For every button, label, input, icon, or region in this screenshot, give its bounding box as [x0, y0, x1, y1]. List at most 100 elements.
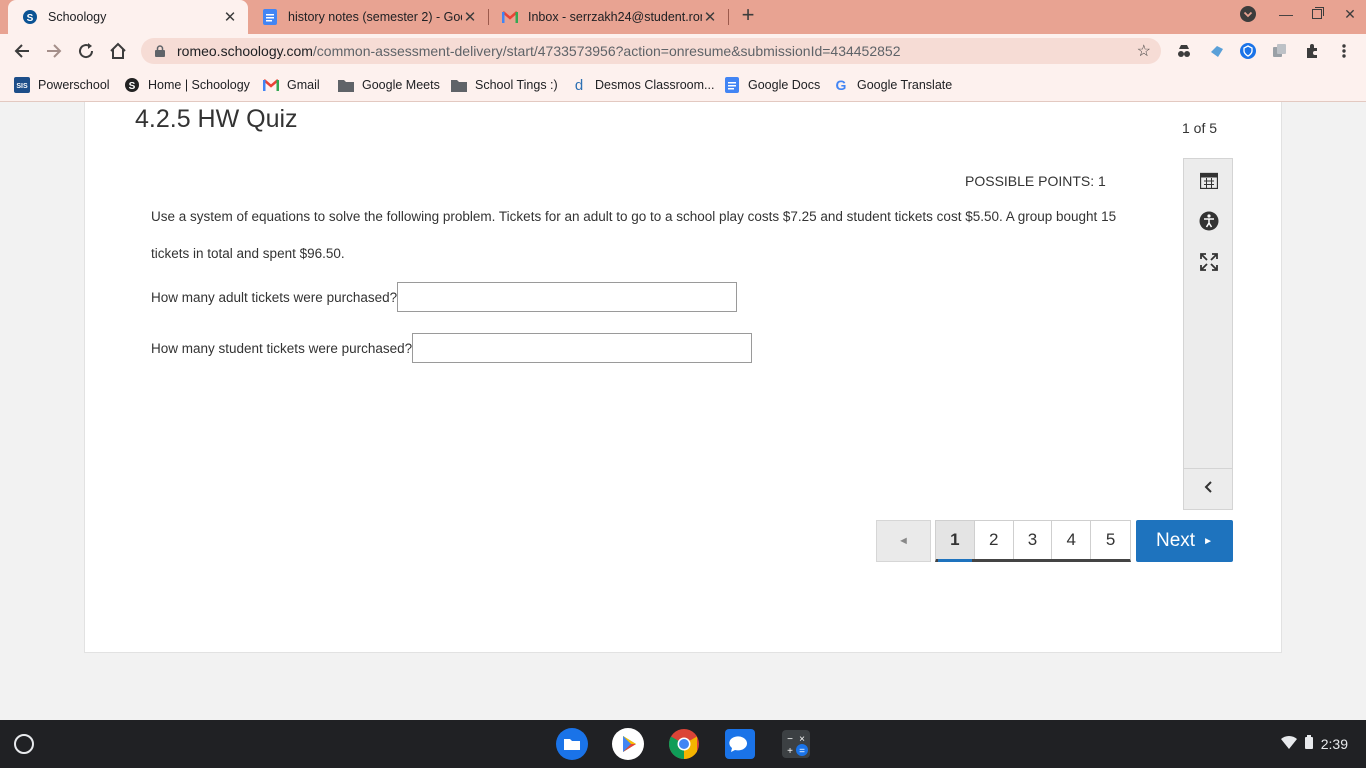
- bookmark-google-docs[interactable]: Google Docs: [724, 77, 820, 93]
- page-count: 1 of 5: [1182, 120, 1218, 136]
- bookmark-label: Google Docs: [748, 78, 821, 92]
- svg-text:SIS: SIS: [16, 83, 28, 90]
- files-icon[interactable]: [556, 728, 588, 760]
- bookmark-star-icon[interactable]: ☆: [1137, 41, 1151, 61]
- battery-icon: [1304, 735, 1313, 752]
- extension-shield-icon[interactable]: [1240, 43, 1256, 59]
- bookmark-school-tings[interactable]: School Tings :): [451, 77, 558, 93]
- tools-panel: [1183, 158, 1233, 510]
- bookmark-label: Gmail: [287, 78, 320, 92]
- window-close-icon[interactable]: ✕: [1340, 6, 1360, 23]
- browser-toolbar: romeo.schoology.com/common-assessment-de…: [0, 34, 1366, 68]
- google-icon: G: [833, 77, 849, 93]
- fullscreen-icon[interactable]: [1199, 252, 1219, 272]
- svg-text:G: G: [836, 77, 847, 93]
- quiz-title: 4.2.5 HW Quiz: [135, 105, 298, 133]
- extensions-puzzle-icon[interactable]: [1304, 43, 1320, 59]
- page-button-3[interactable]: 3: [1013, 521, 1053, 559]
- quiz-card: 4.2.5 HW Quiz 1 of 5 POSSIBLE POINTS: 1 …: [84, 102, 1282, 653]
- page-button-2[interactable]: 2: [974, 521, 1014, 559]
- tab-title: Schoology: [48, 10, 107, 24]
- google-docs-icon: [262, 9, 278, 25]
- previous-button[interactable]: ◄: [876, 520, 931, 562]
- close-icon[interactable]: ✕: [462, 8, 478, 26]
- address-bar[interactable]: romeo.schoology.com/common-assessment-de…: [141, 38, 1161, 64]
- extension-spy-icon[interactable]: [1176, 43, 1192, 59]
- bookmark-google-translate[interactable]: G Google Translate: [833, 77, 953, 93]
- bookmark-label: School Tings :): [475, 78, 558, 92]
- url-host: romeo.schoology.com: [177, 43, 313, 59]
- google-docs-icon: [724, 77, 740, 93]
- bookmarks-bar: SIS Powerschool S Home | Schoology Gmail…: [0, 68, 1366, 102]
- tab-search-icon[interactable]: [1238, 6, 1258, 25]
- maximize-icon[interactable]: [1308, 6, 1328, 22]
- new-tab-icon[interactable]: +: [737, 4, 759, 27]
- accessibility-icon[interactable]: [1199, 211, 1219, 231]
- svg-text:S: S: [27, 13, 34, 24]
- extension-cards-icon[interactable]: [1272, 43, 1288, 59]
- system-shelf: − × + = 2:39: [0, 720, 1366, 768]
- messages-icon[interactable]: [724, 728, 756, 760]
- schoology-icon: S: [22, 9, 38, 25]
- page-navigation: 1 2 3 4 5: [935, 520, 1131, 562]
- tab-inbox[interactable]: Inbox - serrzakh24@student.rom ✕: [488, 0, 728, 34]
- calendar-icon[interactable]: [1199, 170, 1219, 190]
- bookmark-label: Home | Schoology: [148, 78, 250, 92]
- bookmark-gmail[interactable]: Gmail: [263, 77, 320, 93]
- chrome-icon[interactable]: [668, 728, 700, 760]
- possible-points: POSSIBLE POINTS: 1: [965, 173, 1106, 189]
- page-content: 4.2.5 HW Quiz 1 of 5 POSSIBLE POINTS: 1 …: [0, 102, 1366, 720]
- extension-bird-icon[interactable]: [1209, 43, 1225, 59]
- student-tickets-input[interactable]: [412, 333, 753, 363]
- page-button-1[interactable]: 1: [936, 521, 975, 562]
- svg-text:−: −: [787, 734, 793, 745]
- browser-menu-icon[interactable]: [1336, 43, 1352, 59]
- powerschool-icon: SIS: [14, 77, 30, 93]
- back-icon[interactable]: [11, 40, 33, 62]
- svg-text:d: d: [575, 77, 583, 93]
- page-button-4[interactable]: 4: [1052, 521, 1092, 559]
- gmail-icon: [263, 77, 279, 93]
- forward-icon[interactable]: [43, 40, 65, 62]
- lock-icon: [155, 45, 167, 57]
- folder-icon: [338, 77, 354, 93]
- svg-text:S: S: [129, 81, 136, 92]
- tab-title: history notes (semester 2) - Goo: [288, 10, 462, 24]
- svg-text:=: =: [799, 746, 805, 757]
- clock: 2:39: [1320, 735, 1348, 752]
- next-button[interactable]: Next ►: [1136, 520, 1233, 562]
- close-icon[interactable]: ✕: [702, 8, 718, 26]
- bookmark-home-schoology[interactable]: S Home | Schoology: [124, 77, 250, 93]
- bookmark-label: Google Translate: [857, 78, 953, 92]
- tab-strip: S Schoology ✕ history notes (semester 2)…: [0, 0, 1366, 34]
- tab-schoology[interactable]: S Schoology ✕: [8, 0, 248, 34]
- adult-tickets-input[interactable]: [397, 282, 738, 312]
- launcher-icon[interactable]: [14, 734, 34, 754]
- chevron-left-icon: [1203, 480, 1213, 498]
- reload-icon[interactable]: [75, 40, 97, 62]
- bookmark-desmos[interactable]: d Desmos Classroom...: [571, 77, 715, 93]
- gmail-icon: [502, 9, 518, 25]
- svg-text:×: ×: [799, 734, 805, 745]
- bookmark-google-meets[interactable]: Google Meets: [338, 77, 440, 93]
- tab-separator: [728, 9, 729, 25]
- next-arrow-icon: ►: [1203, 535, 1213, 547]
- bookmark-label: Google Meets: [362, 78, 440, 92]
- bookmark-powerschool[interactable]: SIS Powerschool: [14, 77, 110, 93]
- url-path: /common-assessment-delivery/start/473357…: [312, 43, 901, 59]
- tab-history-notes[interactable]: history notes (semester 2) - Goo ✕: [248, 0, 488, 34]
- calculator-icon[interactable]: − × + =: [780, 728, 812, 760]
- page-button-5[interactable]: 5: [1091, 521, 1130, 559]
- next-label: Next: [1156, 530, 1196, 551]
- bookmark-label: Powerschool: [38, 78, 110, 92]
- home-icon[interactable]: [107, 40, 129, 62]
- tab-title: Inbox - serrzakh24@student.rom: [528, 10, 702, 24]
- minimize-icon[interactable]: —: [1276, 6, 1296, 22]
- status-area[interactable]: 2:39: [1280, 735, 1348, 752]
- folder-icon: [451, 77, 467, 93]
- close-icon[interactable]: ✕: [222, 8, 238, 26]
- collapse-panel-button[interactable]: [1184, 468, 1232, 509]
- desmos-icon: d: [571, 77, 587, 93]
- play-store-icon[interactable]: [612, 728, 644, 760]
- question-student-row: How many student tickets were purchased?: [151, 333, 753, 363]
